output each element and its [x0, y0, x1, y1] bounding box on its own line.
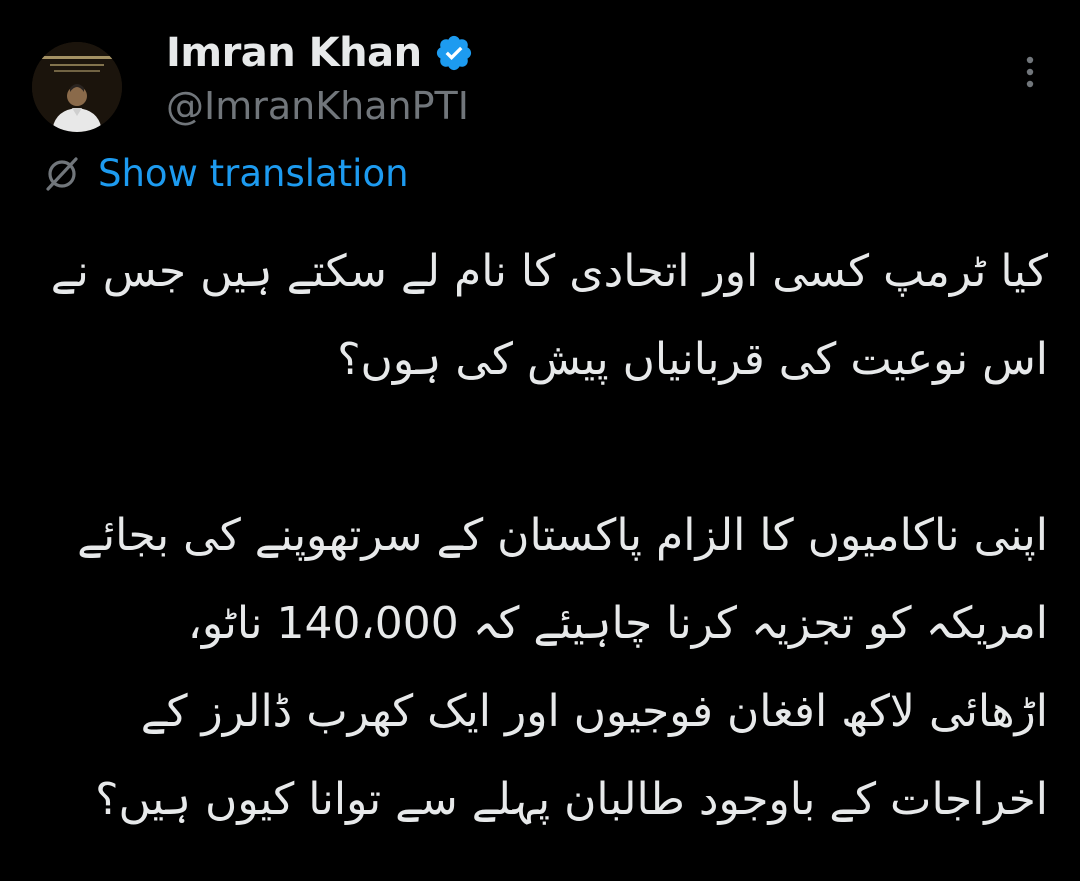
tweet-line: اپنی ناکامیوں کا الزام پاکستان کے سرتھوپ… — [77, 510, 1048, 561]
tweet-line: امریکہ کو تجزیہ کرنا چاہیئے کہ 140،000 ن… — [187, 598, 1048, 649]
name-row: Imran Khan — [166, 30, 474, 76]
tweet-line: کیا ٹرمپ کسی اور اتحادی کا نام لے سکتے ہ… — [50, 246, 1048, 297]
more-vertical-icon — [1026, 56, 1034, 88]
avatar-image — [32, 42, 122, 132]
show-translation-label[interactable]: Show translation — [98, 152, 409, 195]
tweet-line: اخراجات کے باوجود طالبان پہلے سے توانا ک… — [95, 774, 1048, 825]
tweet-text: کیا ٹرمپ کسی اور اتحادی کا نام لے سکتے ہ… — [38, 228, 1048, 844]
avatar[interactable] — [32, 42, 122, 132]
tweet-line: اڑھائی لاکھ افغان فوجیوں اور ایک کھرب ڈا… — [140, 686, 1048, 737]
author-handle[interactable]: @ImranKhanPTI — [166, 84, 474, 128]
verified-badge-icon — [434, 33, 474, 73]
author-info: Imran Khan @ImranKhanPTI — [166, 30, 474, 128]
display-name[interactable]: Imran Khan — [166, 30, 422, 76]
more-options-button[interactable] — [1008, 50, 1052, 94]
show-translation-button[interactable]: Show translation — [42, 150, 409, 196]
globe-slash-icon — [42, 153, 82, 193]
tweet-paragraph: اپنی ناکامیوں کا الزام پاکستان کے سرتھوپ… — [38, 492, 1048, 844]
tweet-paragraph: کیا ٹرمپ کسی اور اتحادی کا نام لے سکتے ہ… — [38, 228, 1048, 404]
tweet-line: اس نوعیت کی قربانیاں پیش کی ہوں؟ — [337, 334, 1048, 385]
tweet-header: Imran Khan @ImranKhanPTI — [32, 30, 1052, 140]
